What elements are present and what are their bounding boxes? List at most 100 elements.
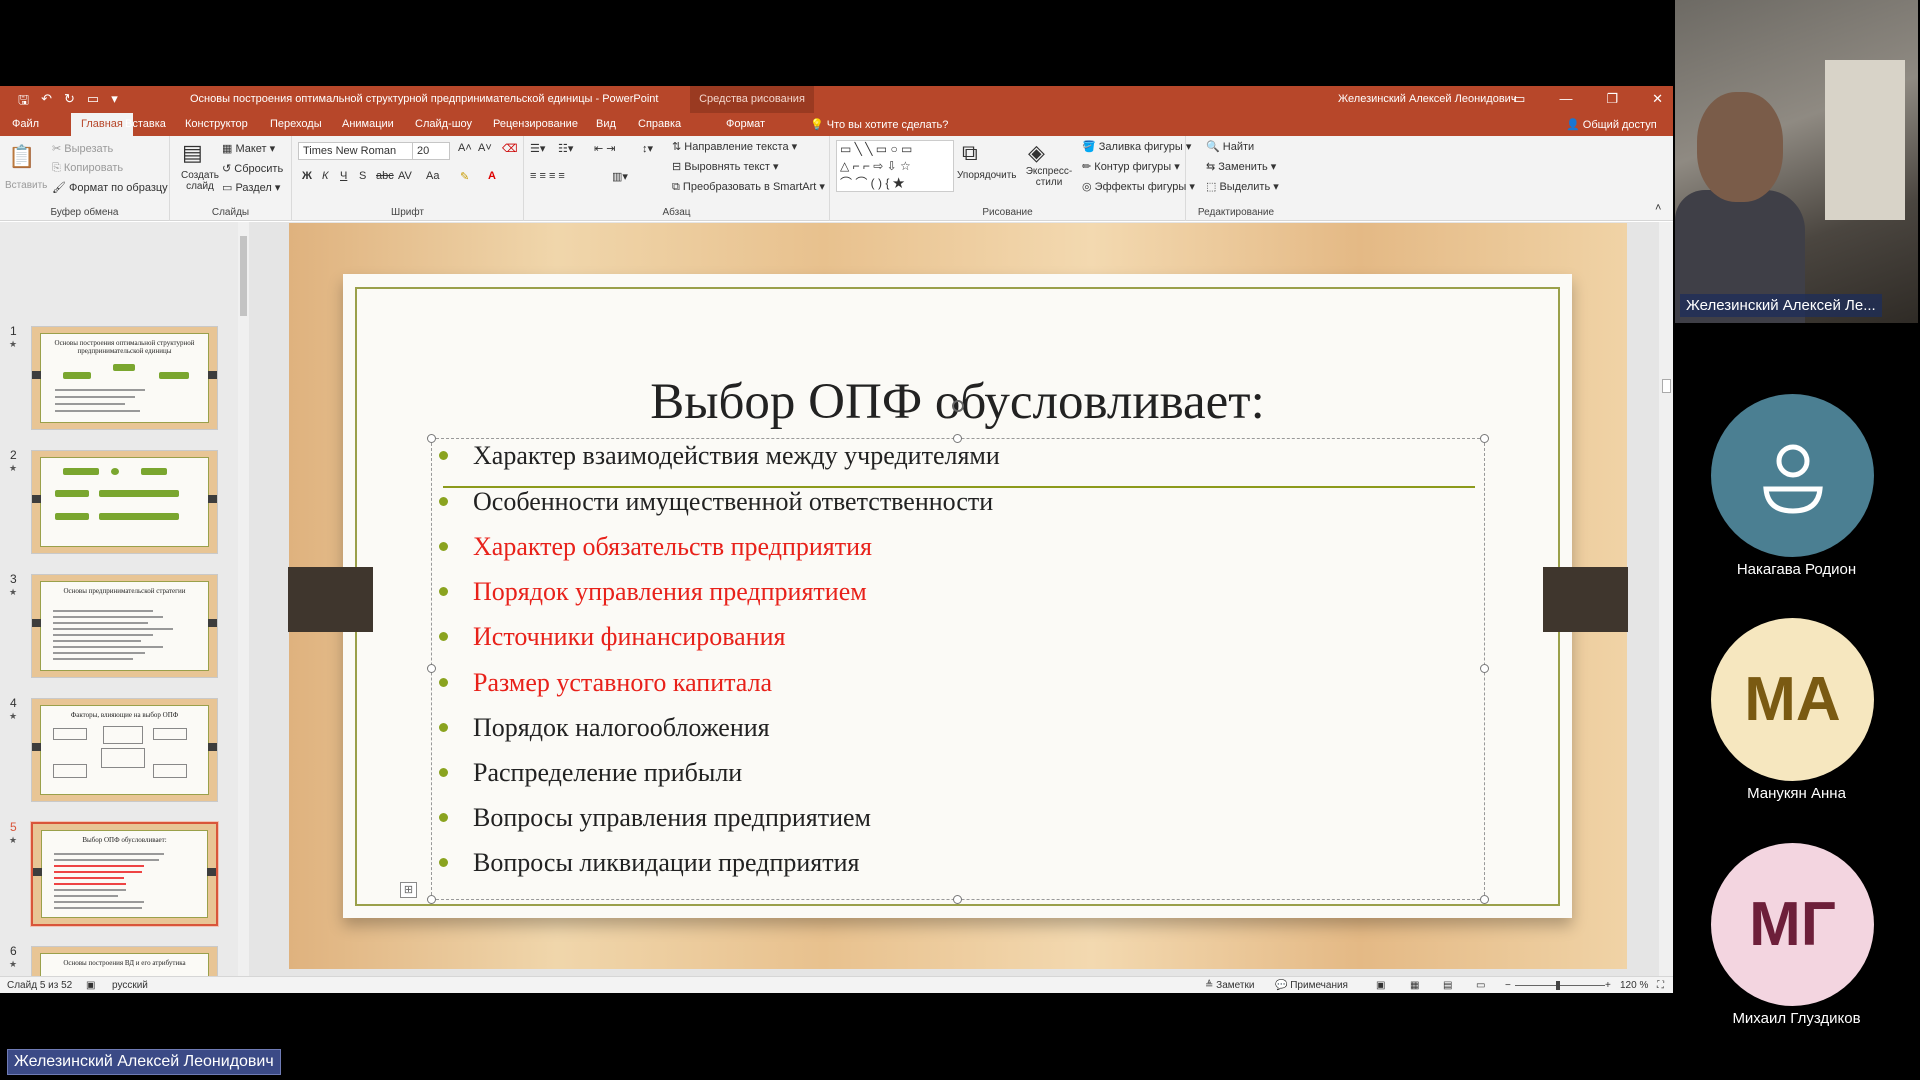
layout-button[interactable]: ▦ Макет ▾	[222, 142, 275, 155]
paste-icon[interactable]: 📋	[8, 144, 35, 170]
participant-avatar[interactable]	[1711, 394, 1874, 557]
cut-button[interactable]: ✂ Вырезать	[52, 142, 113, 155]
ribbon-display-icon[interactable]: ▭	[1513, 91, 1525, 107]
thumbnails-scrollbar[interactable]	[238, 222, 249, 976]
italic-button[interactable]: К	[322, 170, 328, 182]
close-icon[interactable]: ✕	[1652, 91, 1663, 107]
zoom-slider[interactable]	[1515, 985, 1605, 986]
new-slide-icon[interactable]: ▤	[182, 140, 203, 166]
align-text-button[interactable]: ⊟ Выровнять текст ▾	[672, 160, 779, 173]
underline-button[interactable]: Ч	[340, 170, 347, 182]
collapse-ribbon-icon[interactable]: ˄	[1655, 202, 1661, 214]
tab-view[interactable]: Вид	[596, 118, 616, 130]
scrollbar-thumb[interactable]	[1662, 379, 1671, 393]
participant-avatar[interactable]: МА	[1711, 618, 1874, 781]
restore-icon[interactable]: ❐	[1606, 91, 1618, 107]
slide-thumbnail-5[interactable]: Выбор ОПФ обусловливает:	[31, 822, 218, 926]
zoom-out-icon[interactable]: −	[1505, 980, 1511, 991]
bold-button[interactable]: Ж	[302, 170, 312, 182]
paste-button[interactable]: Вставить	[5, 180, 47, 191]
arrange-icon[interactable]: ⧉	[962, 140, 978, 166]
zoom-level[interactable]: 120 %	[1620, 980, 1648, 991]
resize-handle[interactable]	[1480, 895, 1489, 904]
smartart-button[interactable]: ⧉ Преобразовать в SmartArt ▾	[672, 180, 825, 194]
notes-button[interactable]: ≜ Заметки	[1205, 980, 1254, 991]
resize-handle[interactable]	[427, 895, 436, 904]
tell-me-box[interactable]: 💡 Что вы хотите сделать?	[810, 118, 948, 131]
shape-fill-button[interactable]: 🪣 Заливка фигуры ▾	[1082, 140, 1191, 153]
comments-button[interactable]: 💬 Примечания	[1275, 980, 1348, 991]
start-slideshow-icon[interactable]: ▭	[87, 91, 99, 113]
minimize-icon[interactable]: —	[1559, 91, 1572, 107]
tab-slideshow[interactable]: Слайд-шоу	[415, 118, 472, 130]
tab-review[interactable]: Рецензирование	[493, 118, 578, 130]
zoom-in-icon[interactable]: +	[1605, 980, 1611, 991]
copy-button[interactable]: ⎘ Копировать	[52, 162, 123, 175]
reset-button[interactable]: ↺ Сбросить	[222, 162, 283, 175]
spellcheck-icon[interactable]: ▣	[86, 980, 95, 991]
language-indicator[interactable]: русский	[112, 980, 148, 991]
slide-thumbnail-2[interactable]	[31, 450, 218, 554]
slide-thumbnail-3[interactable]: Основы предпринимательской стратегии	[31, 574, 218, 678]
zoom-slider-thumb[interactable]	[1556, 981, 1560, 990]
resize-handle[interactable]	[1480, 664, 1489, 673]
normal-view-icon[interactable]: ▣	[1376, 980, 1385, 991]
select-button[interactable]: ⬚ Выделить ▾	[1206, 180, 1279, 193]
resize-handle[interactable]	[427, 664, 436, 673]
quick-styles-button[interactable]: Экспресс-стили	[1024, 166, 1074, 188]
shadow-button[interactable]: S	[359, 170, 366, 182]
numbering-icon[interactable]: ☷▾	[558, 142, 573, 155]
indent-icon[interactable]: ⇤ ⇥	[594, 142, 616, 155]
tab-format[interactable]: Формат	[726, 118, 765, 130]
align-buttons[interactable]: ≡ ≡ ≡ ≡	[530, 170, 565, 182]
presenter-video[interactable]: Железинский Алексей Ле...	[1675, 0, 1918, 323]
char-spacing-button[interactable]: AV	[398, 170, 412, 182]
strikethrough-button[interactable]: abc	[376, 170, 394, 182]
slide-thumbnail-1[interactable]: Основы построения оптимальной структурно…	[31, 326, 218, 430]
replace-button[interactable]: ⇆ Заменить ▾	[1206, 160, 1276, 173]
slide-thumbnail-4[interactable]: Факторы, влияющие на выбор ОПФ	[31, 698, 218, 802]
resize-handle[interactable]	[953, 895, 962, 904]
tab-home[interactable]: Главная	[71, 113, 133, 136]
tab-insert[interactable]: Вставка	[125, 118, 166, 130]
resize-handle[interactable]	[427, 434, 436, 443]
rotate-handle[interactable]	[952, 400, 964, 412]
grow-font-icon[interactable]: A˄	[458, 142, 472, 154]
section-button[interactable]: ▭ Раздел ▾	[222, 181, 280, 194]
clear-format-icon[interactable]: ⌫	[502, 142, 518, 155]
format-painter-button[interactable]: 🖌 Формат по образцу	[52, 181, 168, 194]
reading-view-icon[interactable]: ▤	[1443, 980, 1452, 991]
tab-animations[interactable]: Анимации	[342, 118, 394, 130]
redo-icon[interactable]: ↻	[64, 91, 75, 113]
share-button[interactable]: 👤 Общий доступ	[1566, 118, 1657, 131]
undo-icon[interactable]: ↶	[41, 91, 52, 113]
shape-effects-button[interactable]: ◎ Эффекты фигуры ▾	[1082, 180, 1195, 193]
tab-file[interactable]: Файл	[12, 118, 39, 130]
font-name-box[interactable]: Times New Roman	[298, 142, 414, 160]
slide-thumbnails-pane[interactable]: 1 ★ Основы построения оптимальной структ…	[0, 222, 245, 993]
font-color-icon[interactable]: A	[488, 170, 496, 182]
tab-design[interactable]: Конструктор	[185, 118, 248, 130]
fit-slide-icon[interactable]: ⛶	[1657, 980, 1664, 991]
shape-outline-button[interactable]: ✏ Контур фигуры ▾	[1082, 160, 1180, 173]
resize-handle[interactable]	[1480, 434, 1489, 443]
columns-icon[interactable]: ▥▾	[612, 170, 628, 183]
arrange-button[interactable]: Упорядочить	[957, 170, 1017, 181]
slide-sorter-icon[interactable]: ▦	[1410, 980, 1419, 991]
scrollbar-thumb[interactable]	[240, 236, 247, 316]
autofit-options-icon[interactable]: ⊞	[400, 882, 417, 898]
bullets-icon[interactable]: ☰▾	[530, 142, 545, 155]
tab-transitions[interactable]: Переходы	[270, 118, 322, 130]
participant-avatar[interactable]: МГ	[1711, 843, 1874, 1006]
slideshow-view-icon[interactable]: ▭	[1476, 980, 1485, 991]
quick-styles-icon[interactable]: ◈	[1028, 140, 1045, 166]
shapes-gallery[interactable]: ▭ ╲ ╲ ▭ ○ ▭ △ ⌐ ⌐ ⇨ ⇩ ☆ ⌒ ⌒ ( ) { ★	[836, 140, 954, 192]
editor-scrollbar[interactable]	[1659, 222, 1673, 976]
line-spacing-icon[interactable]: ↕▾	[642, 142, 653, 155]
shrink-font-icon[interactable]: A˅	[478, 142, 492, 154]
text-direction-button[interactable]: ⇅ Направление текста ▾	[672, 140, 797, 153]
font-size-box[interactable]: 20	[412, 142, 450, 160]
change-case-button[interactable]: Aa	[426, 170, 439, 182]
new-slide-button[interactable]: Создать слайд	[178, 170, 222, 192]
tab-help[interactable]: Справка	[638, 118, 681, 130]
